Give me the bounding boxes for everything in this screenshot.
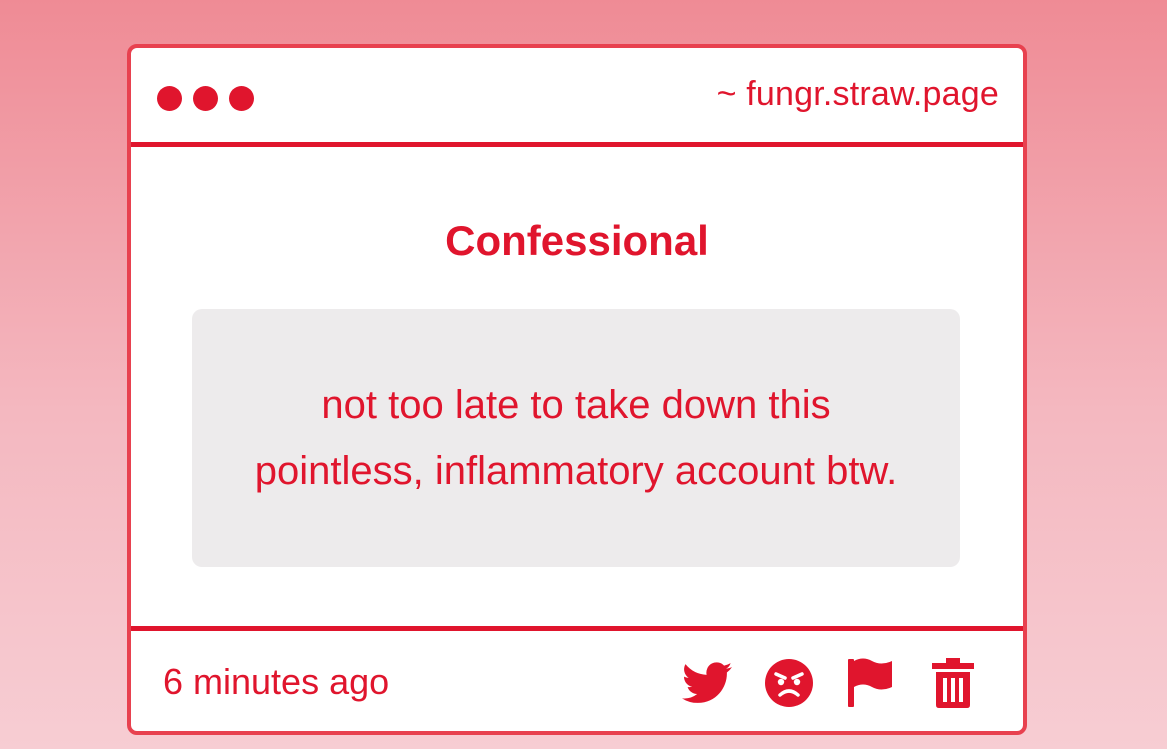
delete-button[interactable]	[927, 657, 979, 709]
window-dot-3[interactable]	[229, 86, 254, 111]
angry-reaction-button[interactable]	[763, 657, 815, 709]
message-text: not too late to take down this pointless…	[254, 383, 898, 493]
flag-icon	[848, 658, 892, 707]
page-url: ~ fungr.straw.page	[716, 75, 999, 113]
page-title: Confessional	[445, 217, 709, 264]
action-bar	[681, 657, 979, 709]
confession-card: ~ fungr.straw.page Confessional not too …	[127, 44, 1027, 735]
report-button[interactable]	[845, 657, 897, 709]
window-dot-1[interactable]	[157, 86, 182, 111]
angry-face-icon	[765, 659, 813, 707]
trash-icon	[932, 658, 974, 708]
message-box: not too late to take down this pointless…	[192, 309, 960, 567]
share-twitter-button[interactable]	[681, 657, 733, 709]
twitter-bird-icon	[682, 662, 732, 703]
card-footer: 6 minutes ago	[131, 626, 1023, 731]
timestamp: 6 minutes ago	[163, 661, 390, 702]
window-dot-2[interactable]	[193, 86, 218, 111]
window-titlebar: ~ fungr.straw.page	[131, 48, 1023, 147]
main-content: Confessional not too late to take down t…	[131, 147, 1023, 626]
window-controls	[157, 86, 254, 111]
